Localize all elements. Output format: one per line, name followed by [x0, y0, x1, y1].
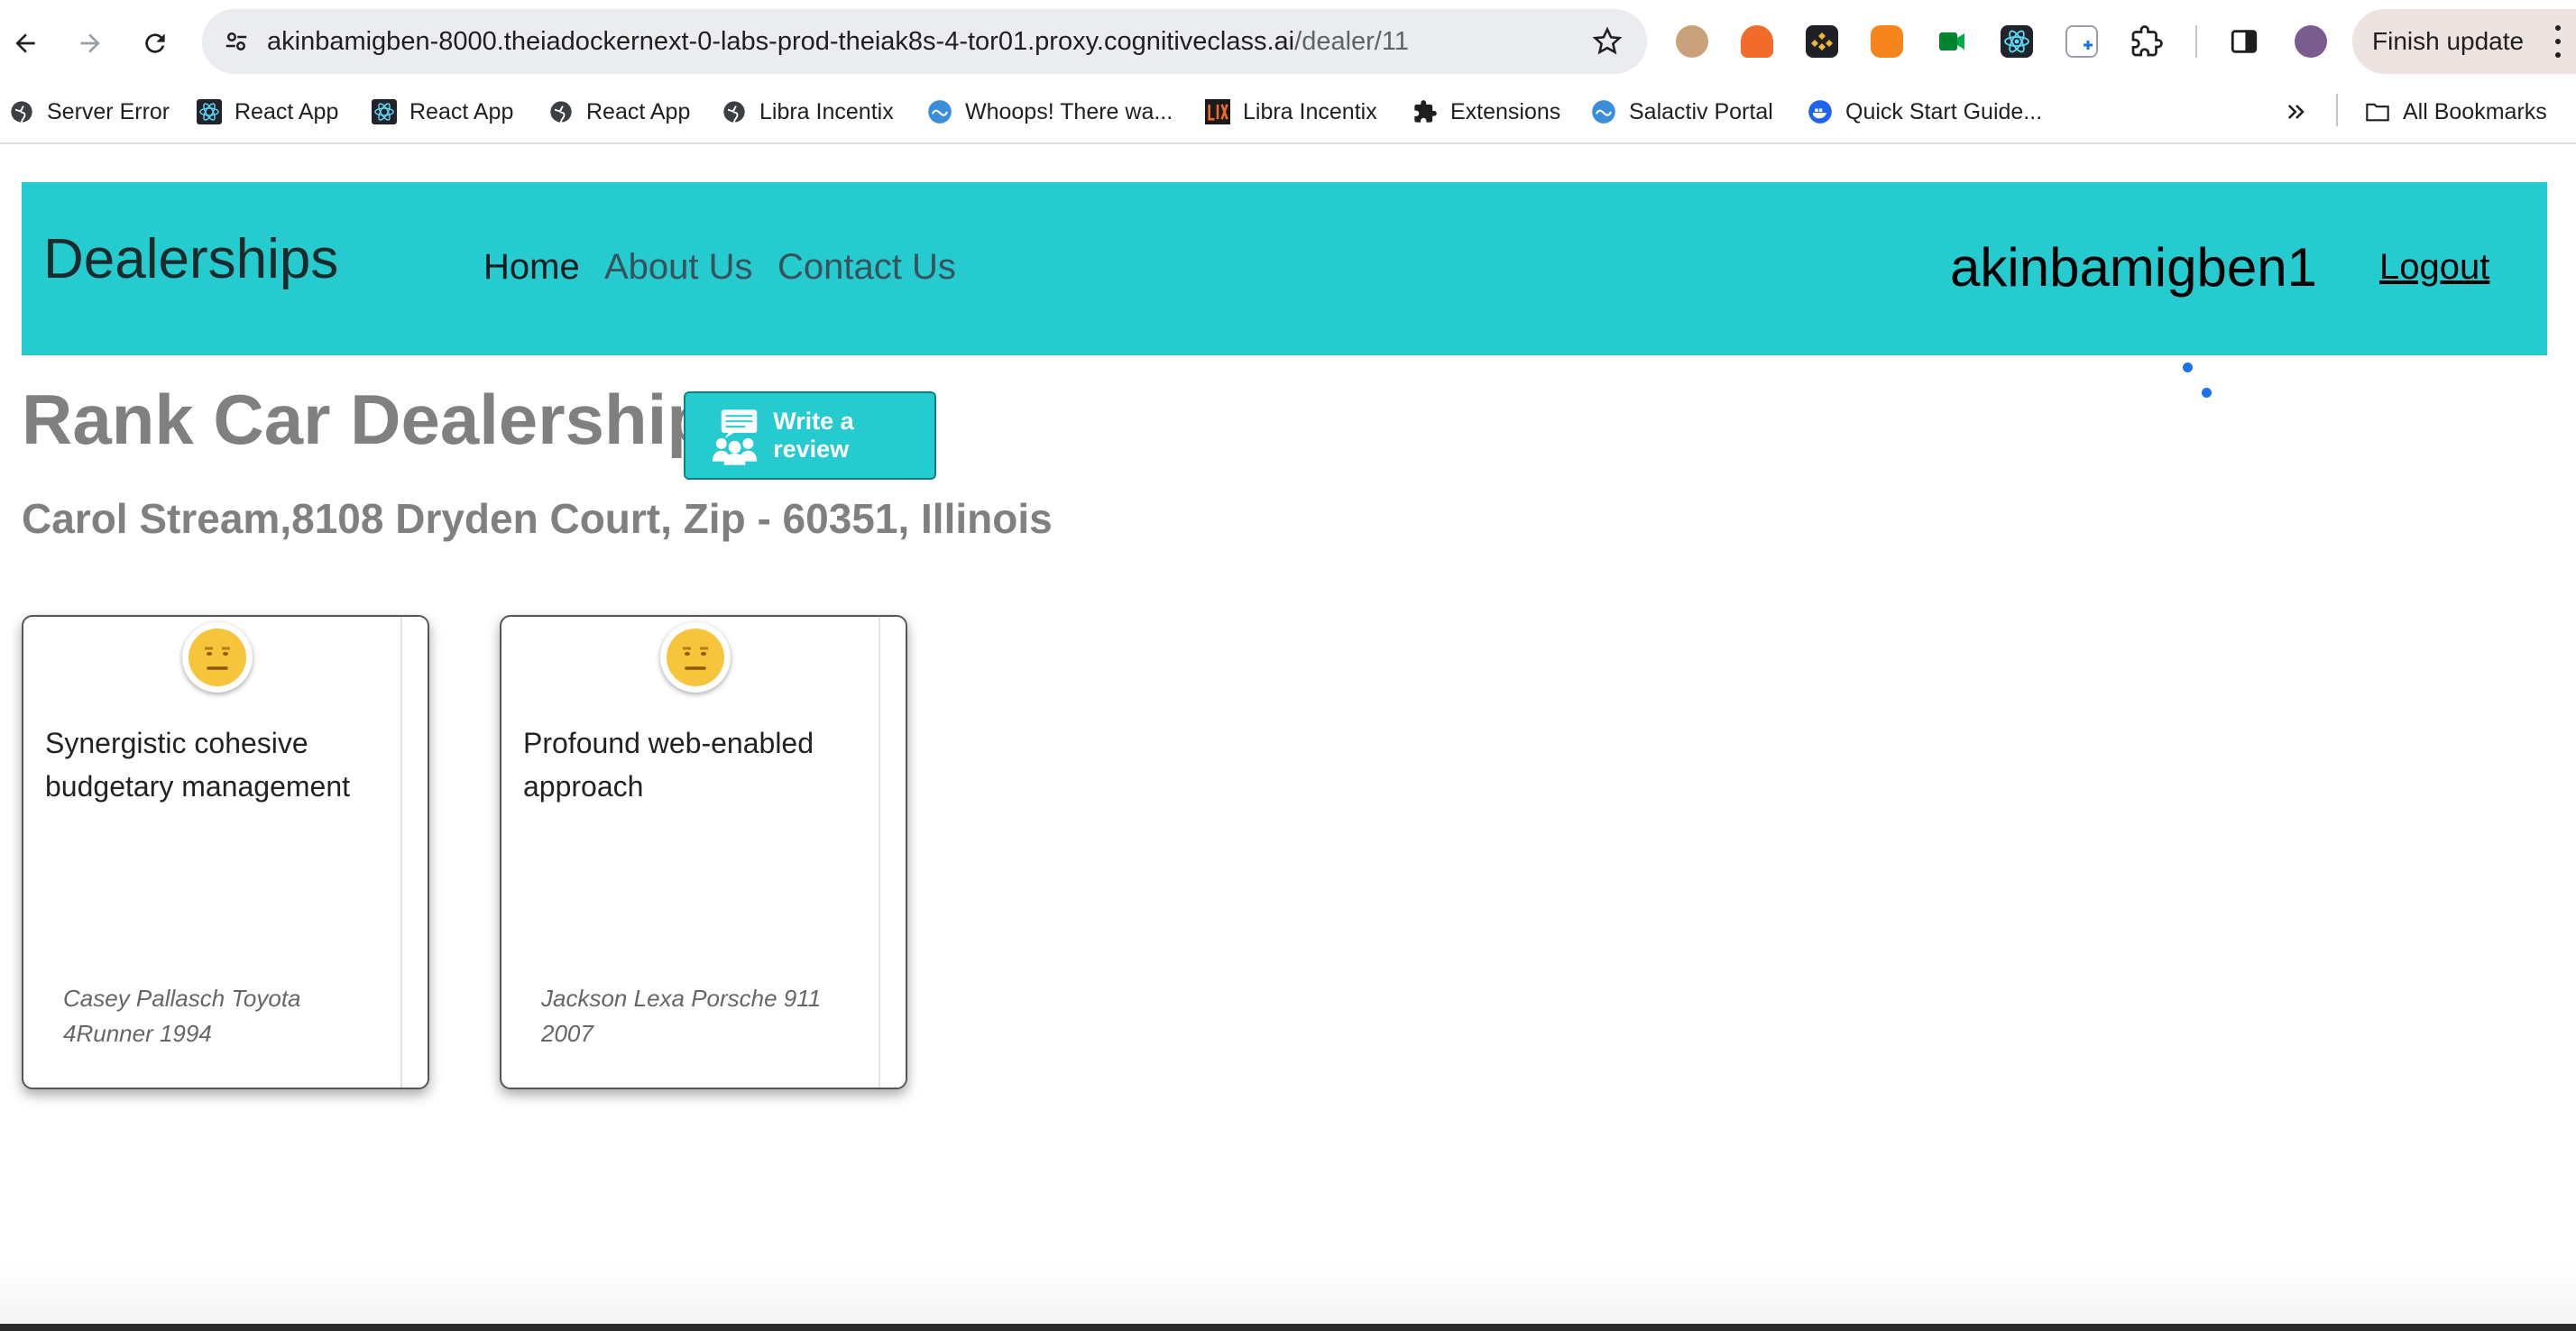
- bookmark-label: React App: [409, 98, 514, 124]
- bookmark-item[interactable]: Quick Start Guide...: [1808, 92, 2042, 132]
- bookmark-label: Salactiv Portal: [1629, 98, 1773, 124]
- bookmark-item[interactable]: Extensions: [1412, 92, 1560, 132]
- bookmark-item[interactable]: React App: [372, 92, 513, 132]
- neutral-face-icon: [182, 622, 253, 693]
- write-review-label: Write a review: [773, 408, 854, 463]
- dealer-name: Rank Car Dealership: [22, 380, 710, 459]
- dealer-address: Carol Stream,8108 Dryden Court, Zip - 60…: [22, 495, 1053, 542]
- bookmark-label: Libra Incentix: [1243, 98, 1377, 124]
- bookmark-item[interactable]: Whoops! There wa...: [927, 92, 1173, 132]
- nav-about-us[interactable]: About Us: [604, 247, 753, 288]
- url-host: akinbamigben-8000.theiadockernext-0-labs…: [267, 27, 1295, 56]
- laravel-icon: [1591, 99, 1616, 124]
- double-chevron-icon: [2287, 105, 2305, 119]
- menu-kebab-icon: [2549, 25, 2567, 58]
- review-byline: Jackson Lexa Porsche 911 2007: [541, 985, 822, 1047]
- site-info-icon[interactable]: [215, 20, 258, 63]
- nav-home[interactable]: Home: [483, 247, 580, 288]
- extension-metamask-icon[interactable]: [1865, 20, 1909, 63]
- card-side-rail: [879, 617, 906, 1088]
- username: akinbamigben1: [1950, 237, 2317, 298]
- lix-icon: [1205, 99, 1230, 124]
- toolbar-separator: [2195, 25, 2197, 58]
- bookmarks-separator: [2336, 94, 2338, 126]
- bookmarks-bar: Server Error React App React App React A…: [0, 83, 2576, 144]
- bookmark-label: Quick Start Guide...: [1845, 98, 2043, 124]
- card-side-rail: [400, 617, 428, 1088]
- address-bar[interactable]: akinbamigben-8000.theiadockernext-0-labs…: [202, 9, 1647, 74]
- review-text: Synergistic cohesive budgetary managemen…: [45, 727, 350, 803]
- page-bottom-shadow: [0, 1262, 2576, 1326]
- bookmark-label: Extensions: [1450, 98, 1561, 124]
- browser-toolbar: akinbamigben-8000.theiadockernext-0-labs…: [0, 0, 2576, 83]
- puzzle-icon: [1412, 99, 1438, 124]
- loading-spinner-dot: [2183, 363, 2193, 372]
- docker-icon: [1808, 99, 1833, 124]
- bookmark-star-icon[interactable]: [1589, 23, 1625, 60]
- folder-icon: [2365, 99, 2390, 124]
- site-navbar: Dealerships Home About Us Contact Us aki…: [22, 182, 2547, 355]
- globe-icon: [722, 99, 747, 124]
- extension-binance-icon[interactable]: [1800, 20, 1844, 63]
- more-bookmarks-button[interactable]: [2284, 92, 2309, 132]
- window-bottom-edge: [0, 1324, 2576, 1331]
- extension-screenshot-icon[interactable]: [2060, 20, 2103, 63]
- bookmark-label: Libra Incentix: [759, 98, 894, 124]
- reload-button[interactable]: [130, 18, 180, 69]
- bookmark-item[interactable]: React App: [548, 92, 690, 132]
- bookmark-label: React App: [235, 98, 339, 124]
- review-people-icon: [712, 409, 758, 465]
- review-card: Synergistic cohesive budgetary managemen…: [22, 615, 429, 1089]
- neutral-face-icon: [660, 622, 731, 693]
- all-bookmarks-button[interactable]: All Bookmarks: [2365, 92, 2547, 132]
- bookmark-item[interactable]: Server Error: [9, 92, 170, 132]
- logout-link[interactable]: Logout: [2379, 247, 2489, 288]
- loading-spinner-dot: [2202, 388, 2212, 398]
- bookmark-item[interactable]: React App: [197, 92, 338, 132]
- bookmark-label: Whoops! There wa...: [965, 98, 1173, 124]
- all-bookmarks-label: All Bookmarks: [2403, 98, 2547, 124]
- nav-contact-us[interactable]: Contact Us: [777, 247, 956, 288]
- review-byline: Casey Pallasch Toyota 4Runner 1994: [63, 985, 301, 1047]
- react-icon: [197, 99, 222, 124]
- globe-icon: [9, 99, 34, 124]
- forward-button[interactable]: [65, 18, 115, 69]
- extension-owl-icon[interactable]: [1670, 20, 1714, 63]
- back-arrow-icon: [15, 33, 35, 53]
- bookmark-label: Server Error: [47, 98, 170, 124]
- url-path: /dealer/11: [1294, 27, 1409, 56]
- extension-flame-icon[interactable]: [1735, 20, 1779, 63]
- write-review-button[interactable]: Write a review: [684, 391, 936, 480]
- extensions-puzzle-icon[interactable]: [2125, 20, 2168, 63]
- extension-react-devtools-icon[interactable]: [1995, 20, 2038, 63]
- profile-avatar[interactable]: [2289, 20, 2332, 63]
- back-button[interactable]: [0, 18, 51, 69]
- bookmark-item[interactable]: Salactiv Portal: [1591, 92, 1773, 132]
- bookmark-item[interactable]: Libra Incentix: [722, 92, 894, 132]
- review-card: Profound web-enabled approach Jackson Le…: [500, 615, 907, 1089]
- forward-arrow-icon: [80, 33, 100, 53]
- extension-meet-icon[interactable]: [1930, 20, 1973, 63]
- bookmark-label: React App: [586, 98, 691, 124]
- url-text: akinbamigben-8000.theiadockernext-0-labs…: [267, 9, 1409, 74]
- reload-icon: [145, 33, 165, 53]
- finish-update-label: Finish update: [2372, 27, 2525, 55]
- laravel-icon: [927, 99, 952, 124]
- review-text: Profound web-enabled approach: [523, 727, 814, 803]
- side-panel-icon[interactable]: [2222, 20, 2266, 63]
- bookmark-item[interactable]: Libra Incentix: [1205, 92, 1377, 132]
- globe-icon: [548, 99, 574, 124]
- react-icon: [372, 99, 397, 124]
- finish-update-button[interactable]: Finish update: [2352, 9, 2576, 74]
- brand-title[interactable]: Dealerships: [43, 227, 338, 291]
